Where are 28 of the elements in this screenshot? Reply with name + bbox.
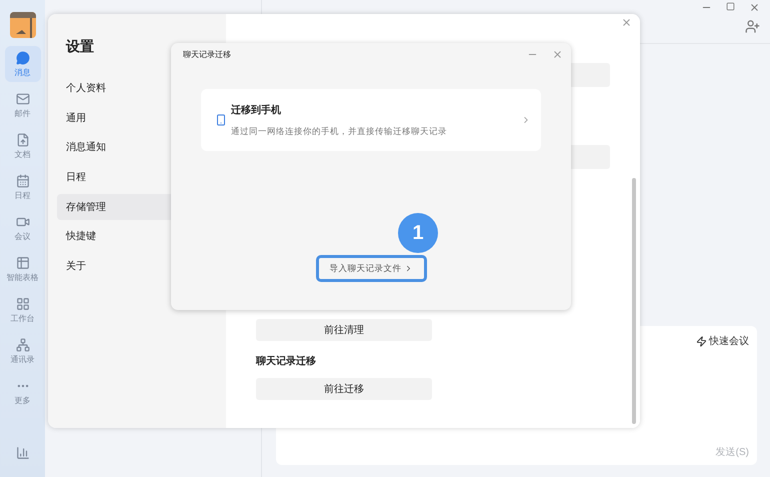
scrollbar[interactable] <box>632 178 636 424</box>
lightning-icon <box>696 336 707 346</box>
clean-button[interactable]: 前往清理 <box>256 319 432 341</box>
phone-icon <box>215 114 227 126</box>
close-icon[interactable] <box>749 2 760 13</box>
close-icon[interactable] <box>552 49 563 60</box>
import-button[interactable]: 导入聊天记录文件 <box>316 255 426 282</box>
add-user-icon[interactable] <box>745 19 760 34</box>
chart-icon[interactable] <box>16 446 30 460</box>
dialog-title: 聊天记录迁移 <box>183 49 231 60</box>
quick-meeting-button[interactable]: 快速会议 <box>696 334 749 348</box>
document-icon <box>16 132 30 146</box>
section-heading: 聊天记录迁移 <box>256 354 317 368</box>
avatar-icon[interactable] <box>10 12 36 38</box>
org-chart-icon <box>16 338 30 352</box>
table-icon <box>16 256 30 270</box>
option-description: 通过同一网络连接你的手机，并直接传输迁移聊天记录 <box>231 126 448 138</box>
migrate-to-phone-card[interactable]: 迁移到手机 通过同一网络连接你的手机，并直接传输迁移聊天记录 <box>201 89 541 151</box>
mail-icon <box>16 92 30 106</box>
grid-icon <box>16 296 30 310</box>
chat-bubble-icon <box>16 50 30 64</box>
migrate-button[interactable]: 前往迁移 <box>256 378 432 400</box>
calendar-icon <box>16 174 30 188</box>
maximize-icon[interactable] <box>726 2 735 11</box>
settings-title: 设置 <box>64 38 94 56</box>
close-icon[interactable] <box>621 17 632 28</box>
option-title: 迁移到手机 <box>231 103 282 116</box>
quick-meeting-label: 快速会议 <box>709 334 749 348</box>
